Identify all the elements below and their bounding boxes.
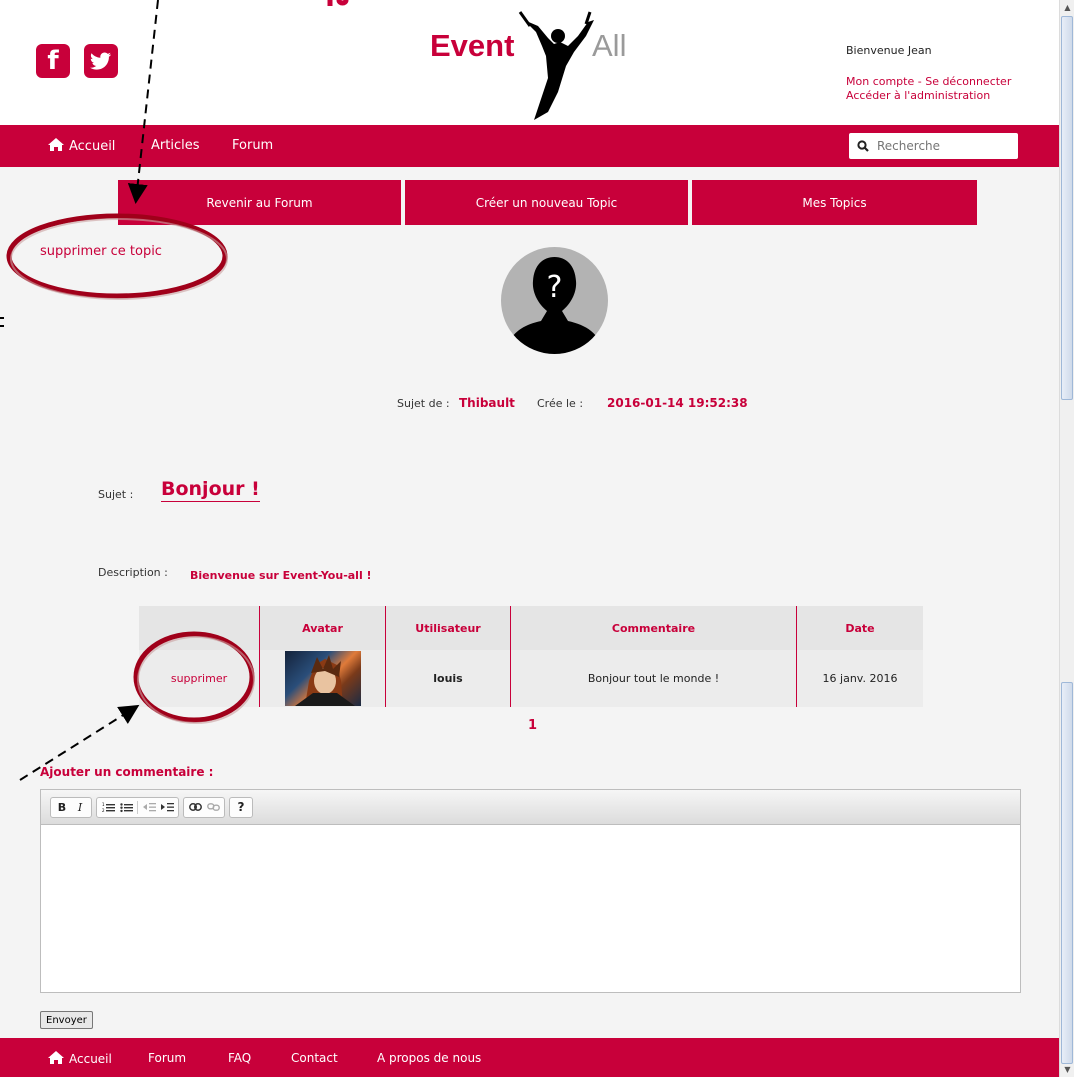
admin-link[interactable]: Accéder à l'administration [846,89,1011,103]
author-label: Sujet de : [397,397,450,410]
account-links[interactable]: Mon compte - Se déconnecter [846,75,1011,89]
back-to-forum-button[interactable]: Revenir au Forum [118,180,401,225]
scroll-thumb-top[interactable] [1061,16,1073,400]
welcome-text: Bienvenue Jean [846,44,932,57]
nav-home[interactable]: Accueil [48,138,115,155]
site-logo[interactable]: Event All [430,8,640,123]
send-button[interactable]: Envoyer [40,1011,93,1029]
cell-comment: Bonjour tout le monde ! [511,650,797,707]
conductor-logo-icon [518,11,594,120]
scroll-thumb-bottom[interactable] [1061,682,1073,1064]
header-avatar: Avatar [260,606,386,650]
table-row: supprimer louis Bonjour tout le monde ! … [139,650,923,707]
bullet-list-icon[interactable] [118,799,134,815]
svg-text:2: 2 [102,808,105,813]
search-icon [857,137,869,156]
delete-comment-link[interactable]: supprimer [171,672,227,685]
twitter-icon[interactable] [84,44,118,78]
commenter-avatar [284,651,361,706]
comment-textarea[interactable] [41,825,1020,992]
editor-toolbar: B I 12 ? [41,790,1020,825]
ordered-list-icon[interactable]: 12 [100,799,116,815]
header-action [139,606,260,650]
comments-table: Avatar Utilisateur Commentaire Date supp… [139,606,923,707]
nav-home-label: Accueil [69,139,116,154]
delete-topic-link[interactable]: supprimer ce topic [40,244,162,259]
site-footer: Accueil Forum FAQ Contact A propos de no… [0,1038,1059,1077]
header-user: Utilisateur [386,606,511,650]
main-navbar: Accueil Articles Forum [0,125,1059,167]
nav-forum[interactable]: Forum [232,138,273,153]
new-topic-button[interactable]: Créer un nouveau Topic [405,180,688,225]
pagination-page-1[interactable]: 1 [528,718,537,733]
link-icon[interactable] [187,799,203,815]
unlink-icon[interactable] [205,799,221,815]
forum-topic-page: f Event All Bienvenue Jean Mon compte - … [0,0,1059,1077]
footer-faq[interactable]: FAQ [228,1051,251,1065]
author-avatar: ? [501,247,608,354]
svg-text:1: 1 [102,802,105,807]
home-icon [48,138,64,155]
facebook-icon[interactable]: f [36,44,70,78]
format-group: B I [50,796,92,818]
footer-about[interactable]: A propos de nous [377,1051,481,1065]
footer-home-label: Accueil [69,1052,112,1066]
footer-forum[interactable]: Forum [148,1051,186,1065]
cell-action: supprimer [139,650,260,707]
comment-editor: B I 12 ? [40,789,1021,993]
subject-label: Sujet : [98,488,134,501]
indent-icon[interactable] [159,799,175,815]
site-header: f Event All Bienvenue Jean Mon compte - … [0,0,1059,125]
table-header-row: Avatar Utilisateur Commentaire Date [139,606,923,650]
user-panel: Bienvenue Jean Mon compte - Se déconnect… [846,44,1011,103]
logo-word-all: All [592,28,627,63]
header-date: Date [845,621,875,635]
author-name[interactable]: Thibault [459,396,515,410]
home-icon [48,1051,64,1067]
help-icon[interactable]: ? [233,799,249,815]
cell-user[interactable]: louis [386,650,511,707]
nav-articles[interactable]: Articles [151,138,199,153]
subject-title: Bonjour ! [161,478,260,502]
description-text: Bienvenue sur Event-You-all ! [190,569,372,582]
italic-icon[interactable]: I [72,799,88,815]
created-date: 2016-01-14 19:52:38 [607,396,748,410]
unknown-user-icon: ? [505,257,604,354]
footer-contact[interactable]: Contact [291,1051,338,1065]
search-box[interactable] [849,133,1018,159]
cell-avatar [260,650,386,707]
footer-home[interactable]: Accueil [48,1051,112,1067]
outdent-icon[interactable] [141,799,157,815]
logo-word-event: Event [430,28,515,63]
search-input[interactable] [877,139,1007,153]
help-group: ? [229,796,253,818]
social-links: f [36,44,118,78]
page-scrollbar[interactable]: ▲ ▼ [1059,0,1074,1077]
created-label: Crée le : [537,397,584,410]
toolbar-separator [137,800,138,814]
link-group [183,796,225,818]
list-group: 12 [96,796,179,818]
description-label: Description : [98,566,168,579]
bold-icon[interactable]: B [54,799,70,815]
cell-date: 16 janv. 2016 [822,672,898,685]
my-topics-button[interactable]: Mes Topics [692,180,977,225]
header-comment: Commentaire [511,606,797,650]
svg-text:?: ? [547,270,563,305]
scroll-up-arrow[interactable]: ▲ [1062,2,1073,13]
scroll-down-arrow[interactable]: ▼ [1062,1064,1073,1075]
add-comment-title: Ajouter un commentaire : [40,765,214,779]
